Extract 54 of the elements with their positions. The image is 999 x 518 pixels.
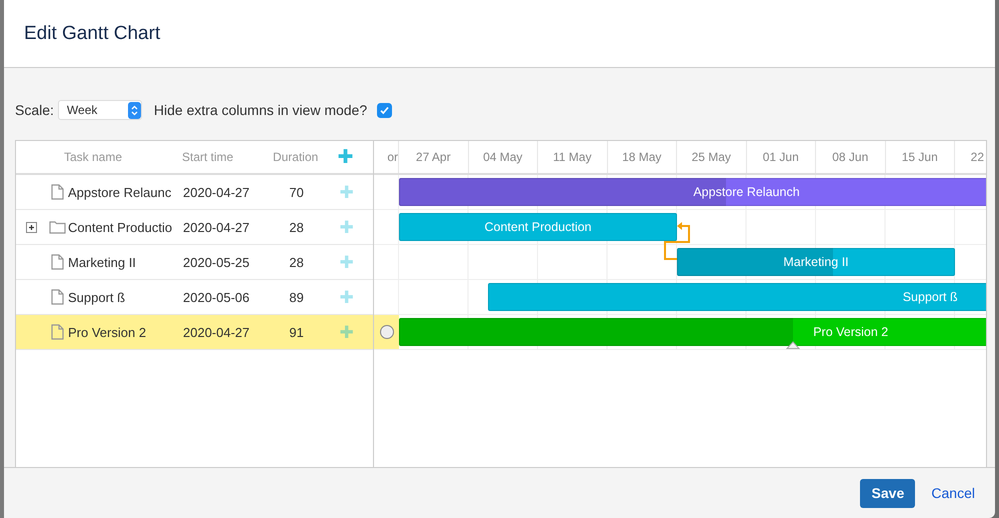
start-time-cell-text: 2020-05-06	[182, 290, 250, 305]
document-icon	[50, 289, 64, 306]
week-label: 25 May	[677, 141, 746, 174]
week-label: 18 May	[608, 141, 677, 174]
duration-cell-text: 91	[288, 324, 305, 340]
column-header: Duration	[272, 150, 320, 164]
hide-columns-checkbox[interactable]	[377, 102, 392, 118]
week-label: 15 Jun	[886, 141, 955, 174]
week-label: 08 Jun	[816, 141, 886, 174]
task-name: Pro Version 2	[67, 324, 148, 340]
duration-cell-text: 28	[288, 254, 305, 270]
task-row[interactable]: Pro Version 2 2020-04-27 91 ✚	[16, 315, 373, 350]
week-label: 01 Jun	[746, 141, 816, 174]
duration-cell-text: 70	[288, 184, 305, 200]
task-row[interactable]: Content Productio 2020-04-27 28 ✚	[16, 210, 373, 246]
scale-label: Scale:	[15, 102, 54, 118]
start-time-cell-text: 2020-04-27	[182, 220, 250, 235]
document-icon	[50, 254, 64, 270]
week-label: 04 May	[468, 141, 538, 174]
link-handle[interactable]	[380, 325, 394, 340]
task-name: Appstore Relaunc	[67, 184, 171, 200]
scale-dropdown[interactable]: Week	[58, 100, 142, 120]
week-label: 27 Apr	[399, 141, 468, 174]
task-bar[interactable]: Support ß	[488, 283, 986, 312]
document-icon	[50, 324, 64, 340]
week-label: 11 May	[538, 141, 608, 174]
week-label: or	[374, 141, 399, 174]
task-name: Content Productio	[67, 220, 171, 235]
task-bar[interactable]: Content Production	[399, 213, 677, 242]
column-header: Task name	[62, 150, 124, 164]
stepper-icon	[128, 102, 141, 119]
start-time-cell-text: 2020-04-27	[182, 324, 250, 340]
column-header: Start time	[181, 150, 234, 164]
task-bar[interactable]: Marketing II	[677, 248, 955, 276]
add-task-button[interactable]: ✚	[338, 148, 354, 166]
week-label: 22	[970, 149, 985, 166]
task-row[interactable]: Marketing II 2020-05-25 28 ✚	[16, 245, 373, 280]
duration-cell-text: 28	[288, 220, 305, 235]
task-name: Support ß	[67, 290, 126, 305]
progress-handle[interactable]	[786, 341, 800, 350]
dialog-title: Edit Gantt Chart	[24, 22, 160, 45]
expand-toggle[interactable]	[26, 222, 37, 233]
task-name: Marketing II	[67, 254, 137, 270]
document-icon	[50, 184, 64, 200]
task-bar[interactable]: Appstore Relaunch	[399, 178, 986, 206]
save-button[interactable]: Save	[860, 478, 916, 508]
duration-cell-text: 89	[288, 290, 305, 305]
cancel-link[interactable]: Cancel	[927, 485, 979, 502]
start-time-cell-text: 2020-04-27	[182, 184, 250, 200]
folder-icon	[48, 220, 66, 234]
task-bar[interactable]: Pro Version 2	[399, 318, 986, 346]
hide-columns-label: Hide extra columns in view mode?	[154, 102, 368, 118]
start-time-cell-text: 2020-05-25	[182, 254, 250, 270]
task-row[interactable]: Appstore Relaunc 2020-04-27 70 ✚	[16, 175, 373, 210]
